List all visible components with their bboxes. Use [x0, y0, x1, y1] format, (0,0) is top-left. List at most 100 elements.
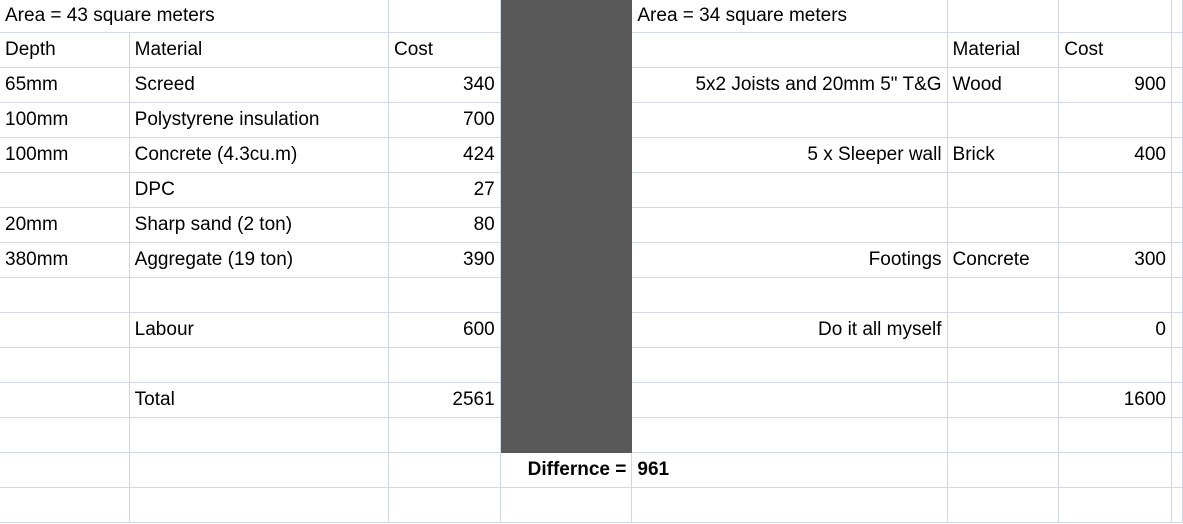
dark-column-cell[interactable]: [501, 103, 633, 138]
cell-B15[interactable]: [130, 488, 389, 523]
cell-G14[interactable]: [1059, 453, 1172, 488]
dark-column-cell[interactable]: [501, 243, 633, 278]
right-header-cost-cell[interactable]: Cost: [1059, 33, 1172, 68]
right-cost-cell[interactable]: 900: [1059, 68, 1172, 103]
left-material-cell[interactable]: Total: [130, 383, 389, 418]
dark-column-cell[interactable]: [501, 0, 633, 33]
left-depth-cell[interactable]: 380mm: [0, 243, 130, 278]
cell-H14[interactable]: [1172, 453, 1183, 488]
cell-E1[interactable]: [948, 0, 1060, 33]
left-material-cell[interactable]: Screed: [130, 68, 389, 103]
cell-H5[interactable]: [1172, 138, 1183, 173]
right-description-cell[interactable]: [632, 418, 947, 453]
left-cost-cell[interactable]: [389, 348, 501, 383]
right-material-cell[interactable]: Brick: [948, 138, 1060, 173]
right-material-cell[interactable]: [948, 348, 1060, 383]
right-description-cell[interactable]: Footings: [632, 243, 947, 278]
left-depth-cell[interactable]: [0, 278, 130, 313]
cell-C15[interactable]: [389, 488, 501, 523]
cell-H4[interactable]: [1172, 103, 1183, 138]
left-material-cell[interactable]: Sharp sand (2 ton): [130, 208, 389, 243]
left-material-cell[interactable]: Polystyrene insulation: [130, 103, 389, 138]
right-cost-cell[interactable]: [1059, 173, 1172, 208]
cell-F14[interactable]: [948, 453, 1060, 488]
right-cost-cell[interactable]: 1600: [1059, 383, 1172, 418]
left-depth-cell[interactable]: 100mm: [0, 138, 130, 173]
right-material-cell[interactable]: [948, 173, 1060, 208]
left-cost-cell[interactable]: [389, 278, 501, 313]
right-cost-cell[interactable]: 400: [1059, 138, 1172, 173]
left-depth-cell[interactable]: [0, 173, 130, 208]
right-description-cell[interactable]: Do it all myself: [632, 313, 947, 348]
cell-E2[interactable]: [632, 33, 947, 68]
left-cost-cell[interactable]: 80: [389, 208, 501, 243]
cell-E15[interactable]: [632, 488, 947, 523]
cell-H10[interactable]: [1172, 313, 1183, 348]
left-cost-cell[interactable]: 424: [389, 138, 501, 173]
left-cost-cell[interactable]: 600: [389, 313, 501, 348]
cell-H11[interactable]: [1172, 348, 1183, 383]
dark-column-cell[interactable]: [501, 278, 633, 313]
left-header-material-cell[interactable]: Material: [130, 33, 389, 68]
cell-H6[interactable]: [1172, 173, 1183, 208]
left-cost-cell[interactable]: [389, 418, 501, 453]
cell-G15[interactable]: [1059, 488, 1172, 523]
left-material-cell[interactable]: Labour: [130, 313, 389, 348]
right-material-cell[interactable]: [948, 278, 1060, 313]
difference-label-cell[interactable]: Differnce =: [501, 453, 633, 488]
cell-F1[interactable]: [1059, 0, 1172, 33]
right-cost-cell[interactable]: 0: [1059, 313, 1172, 348]
right-description-cell[interactable]: [632, 173, 947, 208]
left-header-cost-cell[interactable]: Cost: [389, 33, 501, 68]
cell-F15[interactable]: [948, 488, 1060, 523]
cell-H3[interactable]: [1172, 68, 1183, 103]
dark-column-cell[interactable]: [501, 33, 633, 68]
right-description-cell[interactable]: [632, 348, 947, 383]
left-material-cell[interactable]: Aggregate (19 ton): [130, 243, 389, 278]
right-material-cell[interactable]: [948, 418, 1060, 453]
left-depth-cell[interactable]: [0, 383, 130, 418]
left-depth-cell[interactable]: [0, 418, 130, 453]
right-header-material-cell[interactable]: Material: [948, 33, 1060, 68]
left-material-cell[interactable]: Concrete (4.3cu.m): [130, 138, 389, 173]
cell-H7[interactable]: [1172, 208, 1183, 243]
left-material-cell[interactable]: DPC: [130, 173, 389, 208]
right-cost-cell[interactable]: [1059, 103, 1172, 138]
right-material-cell[interactable]: Concrete: [948, 243, 1060, 278]
dark-column-cell[interactable]: [501, 313, 633, 348]
right-cost-cell[interactable]: [1059, 208, 1172, 243]
dark-column-cell[interactable]: [501, 348, 633, 383]
left-depth-cell[interactable]: [0, 313, 130, 348]
cell-A15[interactable]: [0, 488, 130, 523]
dark-column-cell[interactable]: [501, 418, 633, 453]
right-description-cell[interactable]: 5 x Sleeper wall: [632, 138, 947, 173]
right-table-title-cell[interactable]: Area = 34 square meters: [632, 0, 947, 33]
right-cost-cell[interactable]: [1059, 418, 1172, 453]
right-material-cell[interactable]: [948, 313, 1060, 348]
dark-column-cell[interactable]: [501, 383, 633, 418]
left-material-cell[interactable]: [130, 418, 389, 453]
cell-H2[interactable]: [1172, 33, 1183, 68]
cell-A14[interactable]: [0, 453, 130, 488]
right-description-cell[interactable]: 5x2 Joists and 20mm 5" T&G: [632, 68, 947, 103]
right-material-cell[interactable]: [948, 208, 1060, 243]
left-depth-cell[interactable]: 20mm: [0, 208, 130, 243]
right-material-cell[interactable]: [948, 383, 1060, 418]
cell-B14[interactable]: [130, 453, 389, 488]
left-material-cell[interactable]: [130, 348, 389, 383]
cell-B1[interactable]: [389, 0, 501, 33]
left-depth-cell[interactable]: 100mm: [0, 103, 130, 138]
left-cost-cell[interactable]: 340: [389, 68, 501, 103]
cell-H13[interactable]: [1172, 418, 1183, 453]
right-cost-cell[interactable]: [1059, 348, 1172, 383]
cell-C14[interactable]: [389, 453, 501, 488]
right-cost-cell[interactable]: [1059, 278, 1172, 313]
cell-H8[interactable]: [1172, 243, 1183, 278]
right-cost-cell[interactable]: 300: [1059, 243, 1172, 278]
dark-column-cell[interactable]: [501, 173, 633, 208]
left-cost-cell[interactable]: 700: [389, 103, 501, 138]
left-cost-cell[interactable]: 27: [389, 173, 501, 208]
dark-column-cell[interactable]: [501, 68, 633, 103]
left-material-cell[interactable]: [130, 278, 389, 313]
right-material-cell[interactable]: Wood: [948, 68, 1060, 103]
